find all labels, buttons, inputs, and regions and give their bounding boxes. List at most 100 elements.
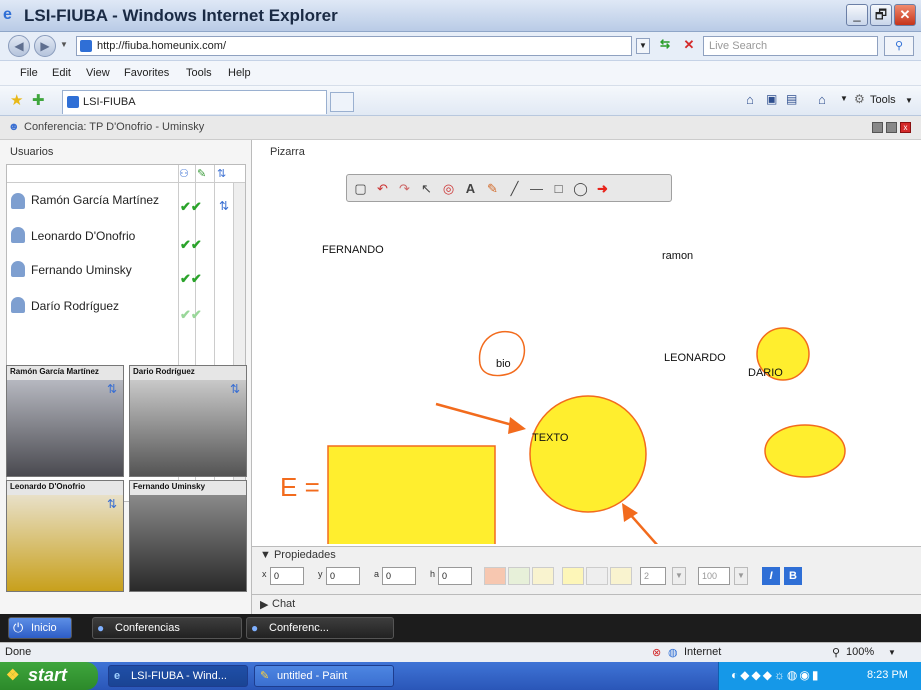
page-icon[interactable]: ⌂: [818, 92, 826, 107]
system-tray: ◐◆◆◆☼◍◉▮ 8:23 PM: [718, 662, 921, 690]
tab-conferencia-label: Conferenc...: [269, 622, 329, 634]
add-favorite-icon[interactable]: ✚: [32, 91, 45, 109]
x-input[interactable]: 0: [270, 567, 304, 585]
video-feed[interactable]: Ramón García Martínez ⇅: [6, 365, 124, 477]
menu-bar: File Edit View Favorites Tools Help: [0, 61, 921, 86]
properties-toggle[interactable]: ▼ Propiedades: [260, 549, 336, 561]
fill-tool-icon[interactable]: [586, 567, 608, 585]
app-close-button[interactable]: x: [900, 122, 911, 133]
tab-inicio[interactable]: ⏻ Inicio: [8, 617, 72, 639]
tab-conferencias[interactable]: ● Conferencias: [92, 617, 242, 639]
zoom-level[interactable]: 100%: [846, 646, 874, 658]
search-input[interactable]: Live Search: [703, 36, 878, 56]
globe-icon: ◍: [668, 647, 678, 659]
video-feed[interactable]: Leonardo D'Onofrio ⇅: [6, 480, 124, 592]
search-icon[interactable]: ⚲: [884, 36, 914, 56]
user-icon: [11, 297, 25, 313]
user-row[interactable]: Fernando Uminsky: [7, 253, 179, 289]
video-image: [130, 380, 246, 476]
app-maximize-button[interactable]: [886, 122, 897, 133]
width-input[interactable]: 0: [382, 567, 416, 585]
ie-logo-icon: e: [3, 6, 12, 23]
board-text: ramon: [662, 250, 694, 262]
feeds-icon[interactable]: ▣: [766, 92, 777, 106]
zoom-icon: ⚲: [832, 647, 841, 659]
app-minimize-button[interactable]: [872, 122, 883, 133]
url-dropdown-icon[interactable]: ▼: [636, 38, 650, 54]
tab-conferencia-active[interactable]: ● Conferenc...: [246, 617, 394, 639]
pencil-color-icon[interactable]: [508, 567, 530, 585]
favorites-star-icon[interactable]: ★: [10, 91, 23, 109]
taskbar-item-ie[interactable]: e LSI-FIUBA - Wind...: [108, 665, 248, 687]
page-dropdown-icon[interactable]: ▼: [840, 94, 848, 103]
video-sync-icon: ⇅: [107, 382, 118, 396]
whiteboard-section-label: Pizarra: [270, 146, 305, 158]
chat-bar[interactable]: ▶ Chat: [252, 594, 921, 614]
menu-view[interactable]: View: [86, 67, 110, 79]
url-text: http://fiuba.homeunix.com/: [97, 40, 227, 52]
user-row[interactable]: Leonardo D'Onofrio: [7, 219, 179, 255]
history-dropdown-icon[interactable]: ▼: [60, 40, 68, 49]
permission-checks: ✔✔: [180, 307, 202, 322]
menu-help[interactable]: Help: [228, 67, 251, 79]
properties-bar: ▼ Propiedades x 0 y 0 a 0 h 0 2 ▼ 100 ▼ …: [252, 546, 921, 594]
menu-favorites[interactable]: Favorites: [124, 67, 169, 79]
browser-tab[interactable]: LSI-FIUBA: [62, 90, 327, 114]
bold-button[interactable]: B: [784, 567, 802, 585]
menu-file[interactable]: File: [20, 67, 38, 79]
y-input[interactable]: 0: [326, 567, 360, 585]
user-row[interactable]: Ramón García Martínez: [7, 183, 179, 219]
chat-label: Chat: [272, 598, 296, 610]
fill-lock-icon[interactable]: [610, 567, 632, 585]
forward-icon[interactable]: ▶: [34, 35, 56, 57]
taskbar: ❖ start e LSI-FIUBA - Wind... ✎ untitled…: [0, 662, 921, 690]
tools-dropdown-icon[interactable]: ▼: [905, 96, 913, 105]
restore-button[interactable]: 🗗: [870, 4, 892, 26]
print-icon[interactable]: ▤: [786, 92, 797, 106]
video-image: [7, 380, 123, 476]
video-image: [7, 495, 123, 591]
line-width-dropdown-icon[interactable]: ▼: [672, 567, 686, 585]
stroke-color-swatch[interactable]: [484, 567, 506, 585]
opacity-input[interactable]: 100: [698, 567, 730, 585]
status-text: Done: [5, 646, 32, 658]
properties-title: Propiedades: [273, 549, 336, 561]
site-favicon-icon: [80, 40, 92, 52]
back-icon[interactable]: ◀: [8, 35, 30, 57]
taskbar-item-paint[interactable]: ✎ untitled - Paint: [254, 665, 394, 687]
permission-checks: ✔✔: [180, 199, 202, 214]
new-tab-button[interactable]: [330, 92, 354, 112]
large-yellow-circle: [529, 395, 647, 513]
height-input[interactable]: 0: [438, 567, 472, 585]
users-panel: Usuarios ⚇ ✎ ⇅ Ramón García Martínez ✔✔ …: [0, 140, 252, 614]
menu-tools[interactable]: Tools: [186, 67, 212, 79]
chat-toggle-icon[interactable]: ▶: [260, 598, 268, 611]
video-feed[interactable]: Fernando Uminsky: [129, 480, 247, 592]
y-label: y: [318, 569, 323, 579]
stop-icon[interactable]: ✕: [679, 37, 699, 55]
pencil-column-icon: ✎: [197, 168, 207, 180]
whiteboard-canvas[interactable]: ▢ ↶ ↷ ↖ ◎ A ✎ ╱ — □ ◯ ➜ FERNANDO ramon L…: [258, 164, 913, 544]
user-row[interactable]: Darío Rodríguez: [7, 289, 179, 325]
minimize-button[interactable]: _: [846, 4, 868, 26]
lock-icon[interactable]: [532, 567, 554, 585]
home-icon[interactable]: ⌂: [746, 92, 754, 107]
start-button[interactable]: ❖ start: [0, 662, 98, 690]
video-label: Fernando Uminsky: [130, 481, 246, 495]
board-text: LEONARDO: [664, 352, 726, 364]
tray-icons[interactable]: ◐◆◆◆☼◍◉▮: [731, 668, 820, 682]
refresh-icon[interactable]: ⇆: [655, 37, 675, 55]
video-feed[interactable]: Dario Rodríguez ⇅: [129, 365, 247, 477]
italic-button[interactable]: I: [762, 567, 780, 585]
menu-edit[interactable]: Edit: [52, 67, 71, 79]
zoom-dropdown-icon[interactable]: ▼: [888, 648, 896, 657]
fill-color-swatch[interactable]: [562, 567, 584, 585]
close-button[interactable]: ✕: [894, 4, 916, 26]
opacity-dropdown-icon[interactable]: ▼: [734, 567, 748, 585]
start-label: start: [28, 665, 68, 685]
board-text: TEXTO: [532, 432, 569, 444]
line-width-input[interactable]: 2: [640, 567, 666, 585]
tools-label[interactable]: Tools: [870, 94, 896, 106]
window-title: LSI-FIUBA - Windows Internet Explorer: [24, 6, 338, 25]
url-input[interactable]: http://fiuba.homeunix.com/: [76, 36, 632, 56]
